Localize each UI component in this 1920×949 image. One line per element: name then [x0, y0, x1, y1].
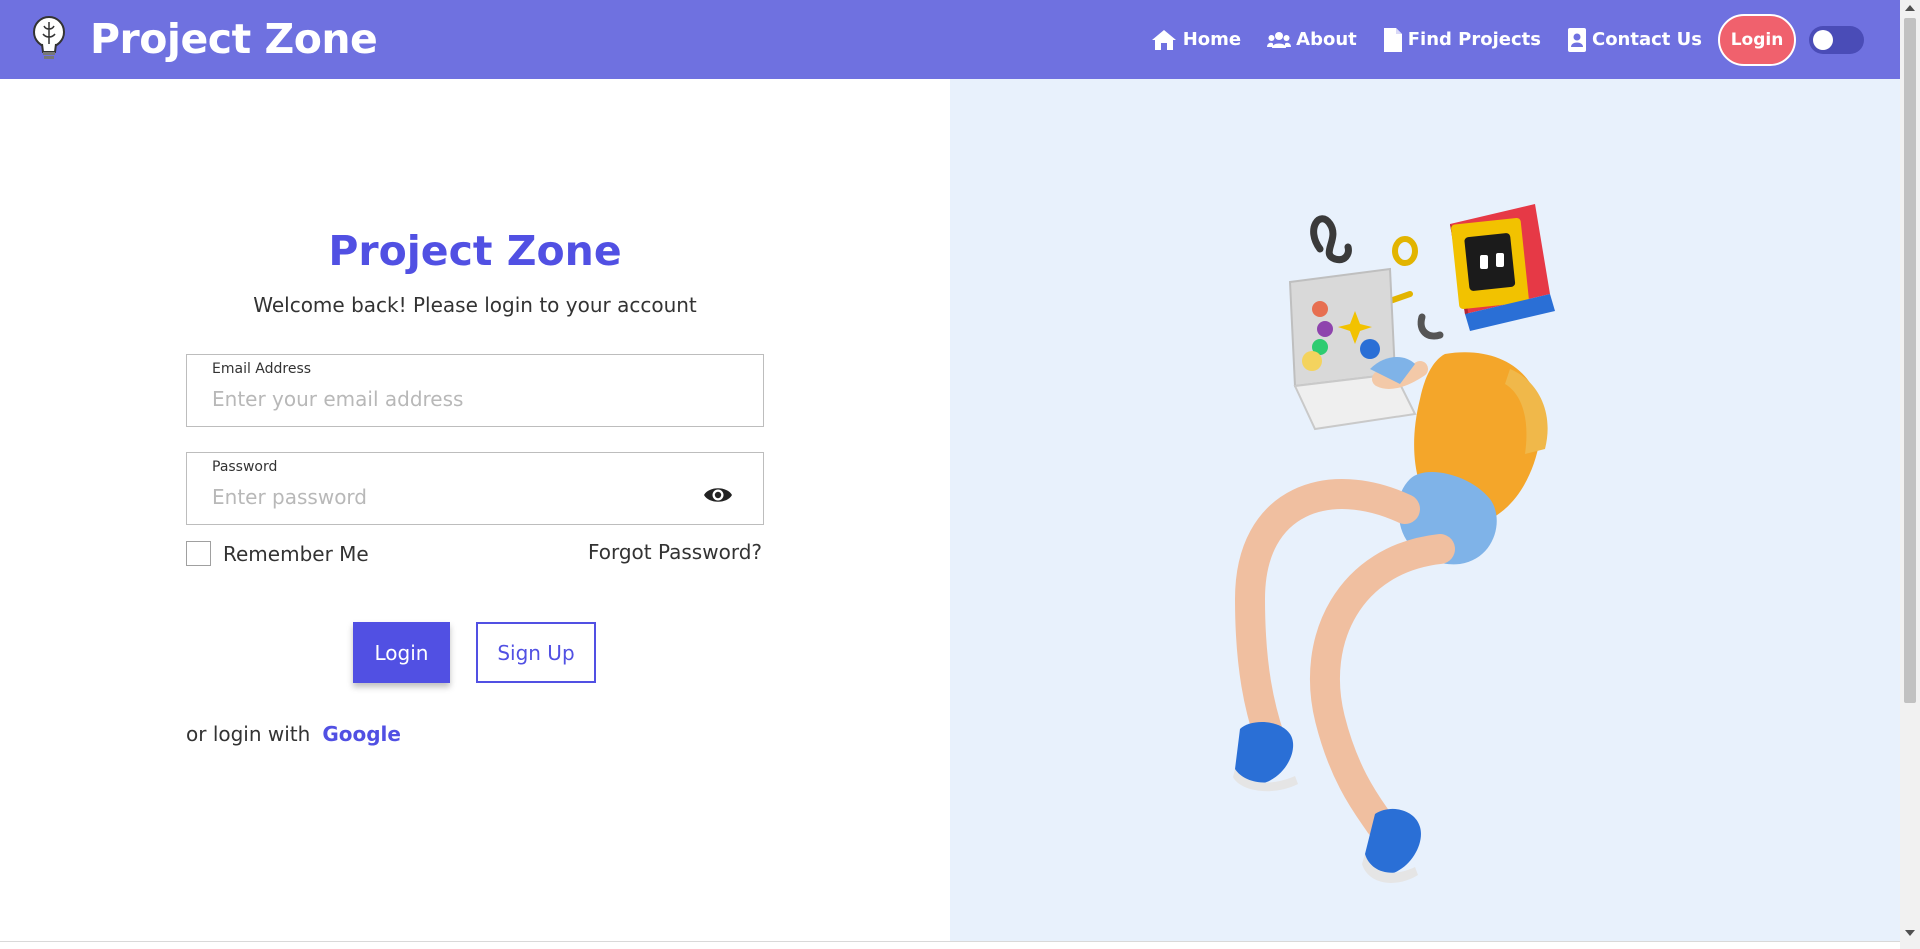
- signup-button[interactable]: Sign Up: [476, 622, 596, 683]
- bottom-edge: [0, 941, 1900, 949]
- scrollbar[interactable]: [1900, 0, 1920, 949]
- contact-card-icon: [1567, 27, 1586, 52]
- forgot-password-link[interactable]: Forgot Password?: [588, 540, 762, 564]
- users-icon: [1267, 31, 1292, 48]
- remember-label: Remember Me: [223, 541, 369, 566]
- scroll-up-arrow-icon[interactable]: [1905, 5, 1915, 11]
- nav-contact-us-label: Contact Us: [1591, 29, 1702, 50]
- nav-about[interactable]: About: [1267, 29, 1357, 50]
- email-label: Email Address: [212, 361, 312, 377]
- nav-contact-us[interactable]: Contact Us: [1567, 27, 1702, 53]
- nav-links: Home About Find Projects Contact Us Logi…: [1124, 0, 1900, 79]
- alt-login-text: or login with: [186, 722, 311, 746]
- lightbulb-logo-icon: [33, 16, 65, 59]
- eye-icon[interactable]: [703, 485, 733, 505]
- google-login-link[interactable]: Google: [322, 722, 401, 746]
- password-field[interactable]: Password: [186, 452, 764, 525]
- scroll-thumb[interactable]: [1904, 18, 1916, 703]
- person-with-laptop-illustration-icon: [1233, 204, 1555, 883]
- alt-login: or login with Google: [186, 722, 401, 746]
- brand[interactable]: Project Zone: [30, 14, 378, 64]
- home-icon: [1151, 29, 1176, 50]
- toggle-knob: [1813, 29, 1833, 50]
- form-title: Project Zone: [328, 227, 622, 275]
- email-input[interactable]: [212, 387, 672, 411]
- nav-login-button[interactable]: Login: [1718, 13, 1796, 66]
- navbar: Project Zone Home About Find Projects Co…: [0, 0, 1900, 79]
- email-field[interactable]: Email Address: [186, 354, 764, 427]
- remember-checkbox[interactable]: [186, 541, 211, 566]
- brand-title: Project Zone: [90, 15, 378, 63]
- remember-me: Remember Me: [186, 541, 369, 566]
- nav-find-projects-label: Find Projects: [1407, 29, 1541, 50]
- nav-home[interactable]: Home: [1150, 28, 1241, 52]
- theme-toggle[interactable]: [1809, 25, 1864, 54]
- password-input[interactable]: [212, 485, 672, 509]
- login-button[interactable]: Login: [353, 622, 450, 683]
- nav-find-projects[interactable]: Find Projects: [1383, 27, 1541, 53]
- illustration-panel: [950, 79, 1900, 941]
- document-icon: [1383, 27, 1402, 52]
- nav-about-label: About: [1296, 29, 1357, 50]
- password-label: Password: [212, 459, 278, 475]
- login-panel: Project Zone Welcome back! Please login …: [0, 79, 950, 941]
- scroll-down-arrow-icon[interactable]: [1905, 930, 1915, 936]
- nav-home-label: Home: [1182, 29, 1242, 50]
- form-subtitle: Welcome back! Please login to your accou…: [253, 293, 697, 317]
